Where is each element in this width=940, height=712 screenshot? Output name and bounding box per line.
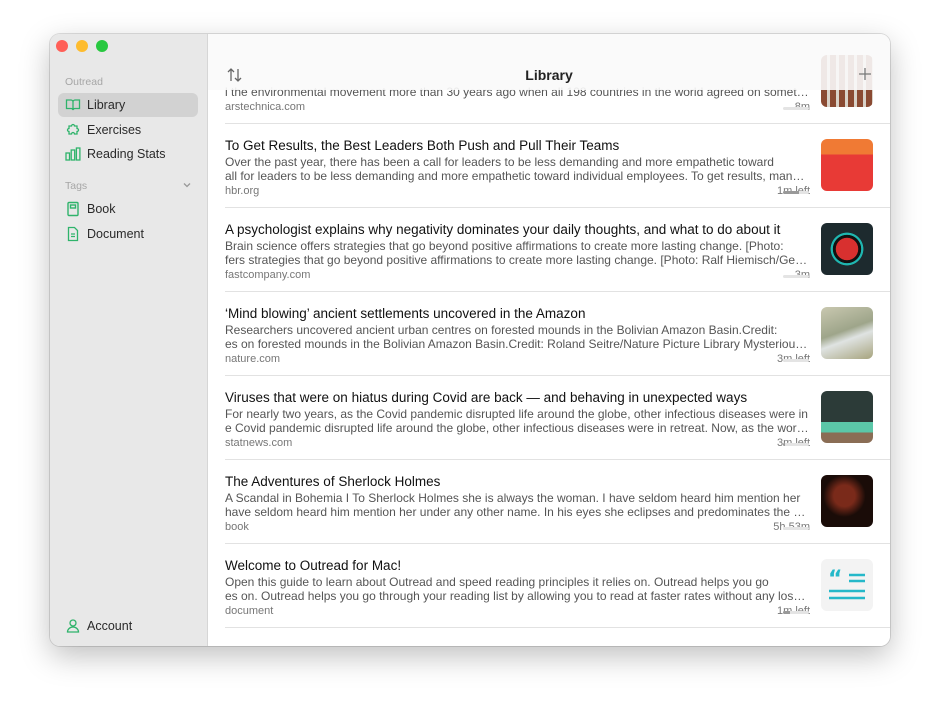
article-excerpt-line: A Scandal in Bohemia I To Sherlock Holme… (225, 491, 801, 505)
article-row[interactable]: To Get Results, the Best Leaders Both Pu… (225, 124, 890, 208)
sidebar-item-label: Reading Stats (87, 147, 166, 161)
app-window: Outread Library Exercises Reading Stats … (50, 34, 890, 646)
article-row[interactable]: The Adventures of Sherlock Holmes A Scan… (225, 460, 890, 544)
section-outread: Outread (65, 76, 103, 88)
reading-progress-bar (783, 107, 809, 110)
reading-progress-bar (783, 527, 809, 530)
article-title: Viruses that were on hiatus during Covid… (225, 390, 748, 405)
article-title: ‘Mind blowing’ ancient settlements uncov… (225, 306, 586, 321)
article-excerpt-line: es on forested mounds in the Bolivian Am… (225, 337, 810, 351)
reading-progress-bar (783, 611, 809, 614)
article-excerpt-line: Brain science offers strategies that go … (225, 239, 784, 253)
reading-progress-bar (783, 359, 809, 362)
article-thumbnail: “ (821, 559, 873, 611)
reading-progress-bar (783, 443, 809, 446)
article-source: document (225, 605, 274, 617)
article-thumbnail (821, 139, 873, 191)
article-source: nature.com (225, 353, 281, 365)
book-icon (67, 201, 79, 217)
toolbar: Library (208, 34, 890, 90)
bar-chart-icon (65, 147, 81, 161)
puzzle-icon (66, 123, 80, 135)
person-icon (66, 619, 80, 633)
article-excerpt-line: es on. Outread helps you go through your… (225, 589, 810, 603)
article-source: book (225, 521, 249, 533)
article-source: arstechnica.com (225, 101, 306, 113)
sidebar-tag-book[interactable]: Book (58, 197, 198, 221)
account-button[interactable]: Account (58, 614, 198, 638)
article-title: The Adventures of Sherlock Holmes (225, 474, 441, 489)
article-list[interactable]: l the environmental movement more than 3… (208, 40, 890, 628)
article-excerpt-line: Open this guide to learn about Outread a… (225, 575, 769, 589)
sidebar-item-label: Document (87, 227, 144, 241)
sidebar-item-label: Library (87, 98, 126, 112)
article-source: hbr.org (225, 185, 260, 197)
chevron-down-icon[interactable] (182, 180, 192, 190)
reading-progress-bar (783, 191, 809, 194)
article-excerpt-line: have seldom heard him mention her under … (225, 505, 810, 519)
reading-progress-bar (783, 275, 809, 278)
sidebar-item-label: Exercises (87, 123, 142, 137)
sidebar-item-label: Book (87, 202, 116, 216)
article-source: statnews.com (225, 437, 293, 449)
article-row[interactable]: ‘Mind blowing’ ancient settlements uncov… (225, 292, 890, 376)
article-title: To Get Results, the Best Leaders Both Pu… (225, 138, 620, 153)
article-excerpt-line: Over the past year, there has been a cal… (225, 155, 774, 169)
article-row[interactable]: Viruses that were on hiatus during Covid… (225, 376, 890, 460)
article-row[interactable]: Welcome to Outread for Mac! Open this gu… (225, 544, 890, 628)
close-button[interactable] (56, 40, 68, 52)
article-thumbnail (821, 223, 873, 275)
article-excerpt-line: e Covid pandemic disrupted life around t… (225, 421, 810, 435)
article-excerpt-line: Researchers uncovered ancient urban cent… (225, 323, 778, 337)
window-controls (56, 40, 108, 52)
sidebar-tag-document[interactable]: Document (58, 222, 198, 246)
add-icon[interactable] (858, 67, 872, 81)
document-icon (67, 226, 79, 242)
section-tags: Tags (65, 180, 88, 192)
article-thumbnail (821, 307, 873, 359)
article-source: fastcompany.com (225, 269, 311, 281)
page-title: Library (525, 67, 573, 83)
sidebar-item-exercises[interactable]: Exercises (58, 118, 198, 142)
zoom-button[interactable] (96, 40, 108, 52)
article-title: Welcome to Outread for Mac! (225, 558, 402, 573)
svg-text:“: “ (828, 567, 842, 592)
book-open-icon (65, 99, 81, 111)
article-row[interactable]: A psychologist explains why negativity d… (225, 208, 890, 292)
sidebar: Outread Library Exercises Reading Stats … (50, 34, 208, 646)
quote-icon: “ (828, 567, 865, 600)
sidebar-item-reading-stats[interactable]: Reading Stats (58, 142, 198, 166)
article-thumbnail (821, 475, 873, 527)
account-label: Account (87, 619, 133, 633)
article-excerpt-line: fers strategies that go beyond positive … (225, 253, 810, 267)
minimize-button[interactable] (76, 40, 88, 52)
article-title: A psychologist explains why negativity d… (225, 222, 781, 237)
sidebar-item-library[interactable]: Library (58, 93, 198, 117)
article-excerpt-line: all for leaders to be less demanding and… (225, 169, 810, 183)
article-thumbnail (821, 391, 873, 443)
article-excerpt-line: For nearly two years, as the Covid pande… (225, 407, 808, 421)
library-pane: Library l the environmental movement mor… (208, 34, 890, 646)
